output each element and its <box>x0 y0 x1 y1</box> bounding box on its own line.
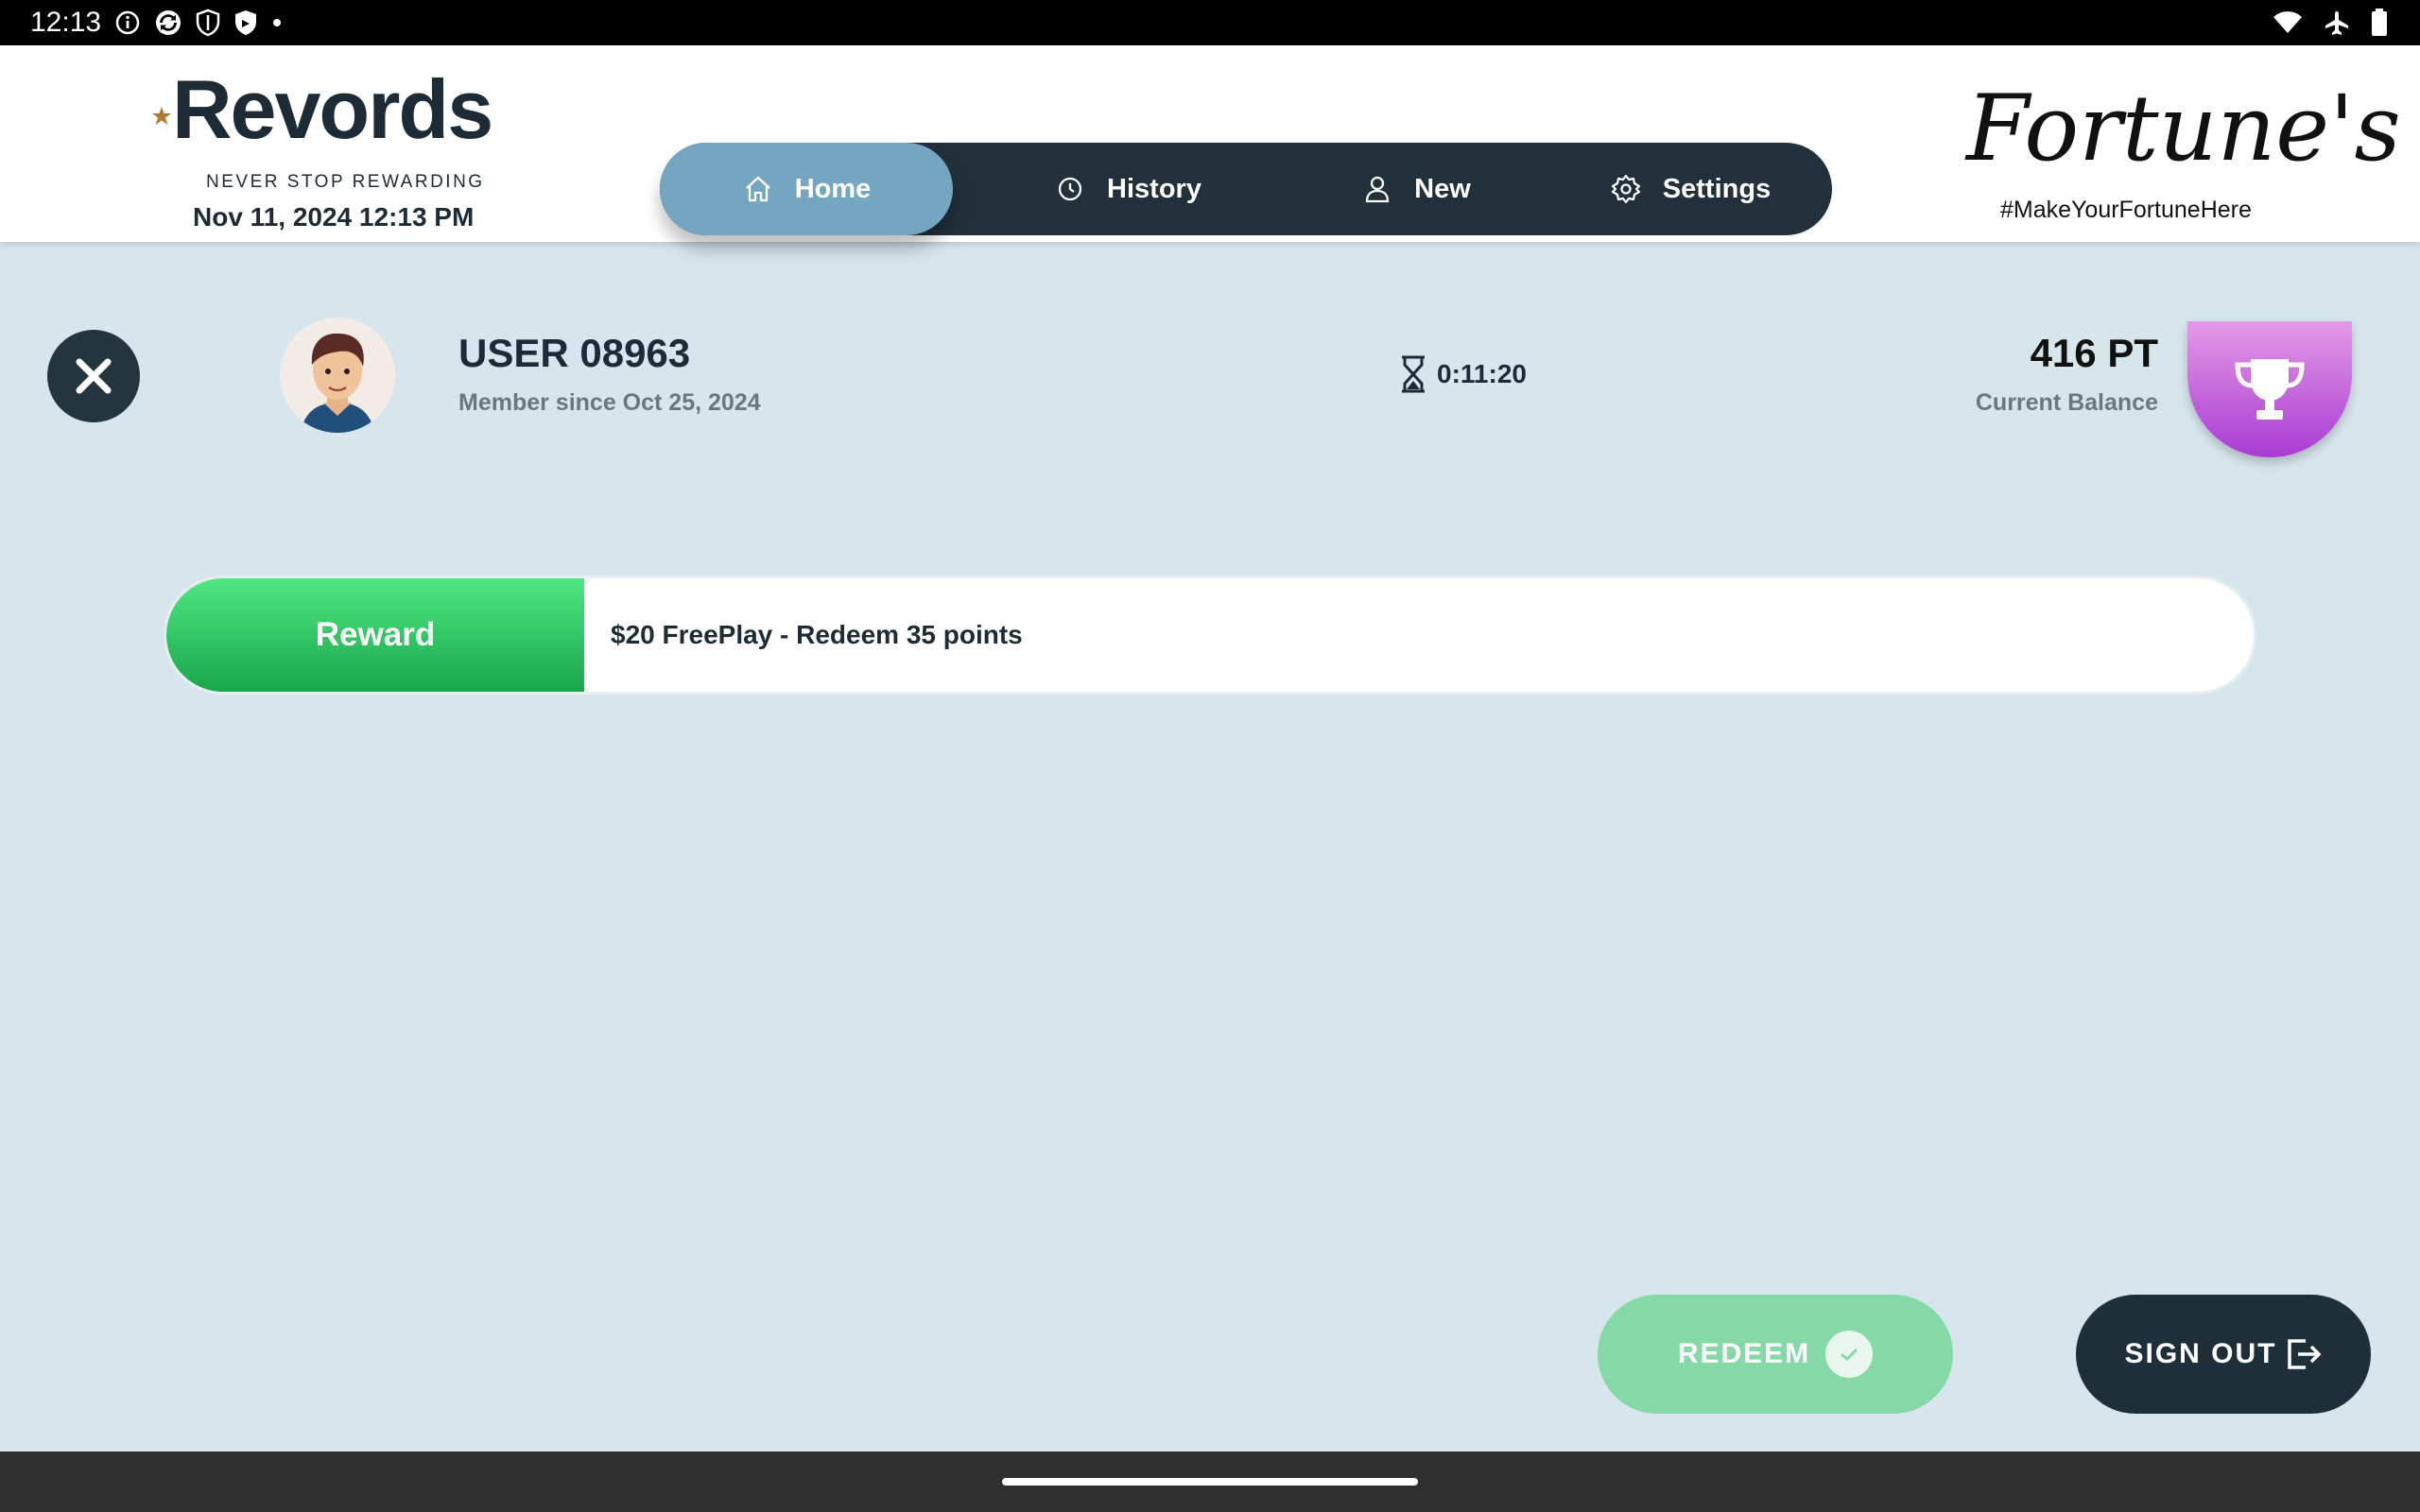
tab-home-label: Home <box>794 173 872 204</box>
tab-history-label: History <box>1107 173 1201 204</box>
trophy-badge <box>2187 321 2352 457</box>
member-name: USER 08963 <box>458 331 691 375</box>
tab-settings[interactable]: Settings <box>1577 143 1804 235</box>
dot-icon <box>271 17 283 28</box>
shield-icon <box>196 9 220 37</box>
logout-icon <box>2287 1339 2321 1369</box>
trophy-icon <box>2235 359 2305 420</box>
member-since: Member since Oct 25, 2024 <box>458 389 761 416</box>
current-datetime: Nov 11, 2024 12:13 PM <box>193 202 475 232</box>
partner-name: Fortune's <box>1966 76 2401 181</box>
gear-icon <box>1611 174 1640 204</box>
tab-new-label: New <box>1414 173 1471 204</box>
system-navigation-bar <box>0 1452 2420 1512</box>
avatar <box>280 318 395 433</box>
status-bar: 12:13 <box>0 0 2420 45</box>
partner-logo: Fortune's #MakeYourFortuneHere <box>1957 83 2401 234</box>
brand-name: Revords <box>172 62 493 156</box>
reward-description: $20 FreePlay - Redeem 35 points <box>611 620 1023 649</box>
session-timer-value: 0:11:20 <box>1437 359 1527 388</box>
shield-check-icon <box>233 9 258 37</box>
info-icon <box>114 9 141 36</box>
close-icon <box>76 358 112 394</box>
sign-out-button[interactable]: SIGN OUT <box>2076 1295 2371 1414</box>
sync-icon <box>154 9 182 37</box>
home-indicator[interactable] <box>1002 1478 1418 1486</box>
tab-home[interactable]: Home <box>660 143 953 235</box>
airplane-icon <box>2324 9 2350 36</box>
app-header: Revords NEVER STOP REWARDING Nov 11, 202… <box>0 45 2420 242</box>
user-icon <box>1366 176 1390 203</box>
close-button[interactable] <box>47 330 140 422</box>
status-time: 12:13 <box>30 7 102 38</box>
tab-history[interactable]: History <box>1000 143 1255 235</box>
redeem-label: REDEEM <box>1677 1338 1811 1369</box>
home-icon <box>745 176 770 202</box>
star-icon <box>152 107 171 125</box>
sign-out-label: SIGN OUT <box>2124 1338 2277 1369</box>
wifi-icon <box>2273 10 2303 35</box>
tab-new[interactable]: New <box>1303 143 1530 235</box>
main-nav: Home History New Settings <box>660 143 1832 235</box>
brand-tagline: NEVER STOP REWARDING <box>206 172 485 192</box>
battery-icon <box>2371 9 2388 37</box>
tab-settings-label: Settings <box>1662 173 1772 204</box>
revords-logo: Revords NEVER STOP REWARDING Nov 11, 202… <box>151 62 529 232</box>
reward-tag-button[interactable]: Reward <box>166 578 584 692</box>
points-balance: 416 PT <box>2030 331 2158 375</box>
history-icon <box>1058 177 1082 201</box>
reward-item[interactable]: Reward $20 FreePlay - Redeem 35 points <box>166 578 2254 692</box>
check-icon <box>1825 1331 1874 1378</box>
redeem-button[interactable]: REDEEM <box>1598 1295 1953 1414</box>
hourglass-icon <box>1402 355 1425 393</box>
balance-label: Current Balance <box>1975 389 2158 416</box>
partner-tagline: #MakeYourFortuneHere <box>2000 197 2252 223</box>
session-timer: 0:11:20 <box>1399 355 1527 393</box>
